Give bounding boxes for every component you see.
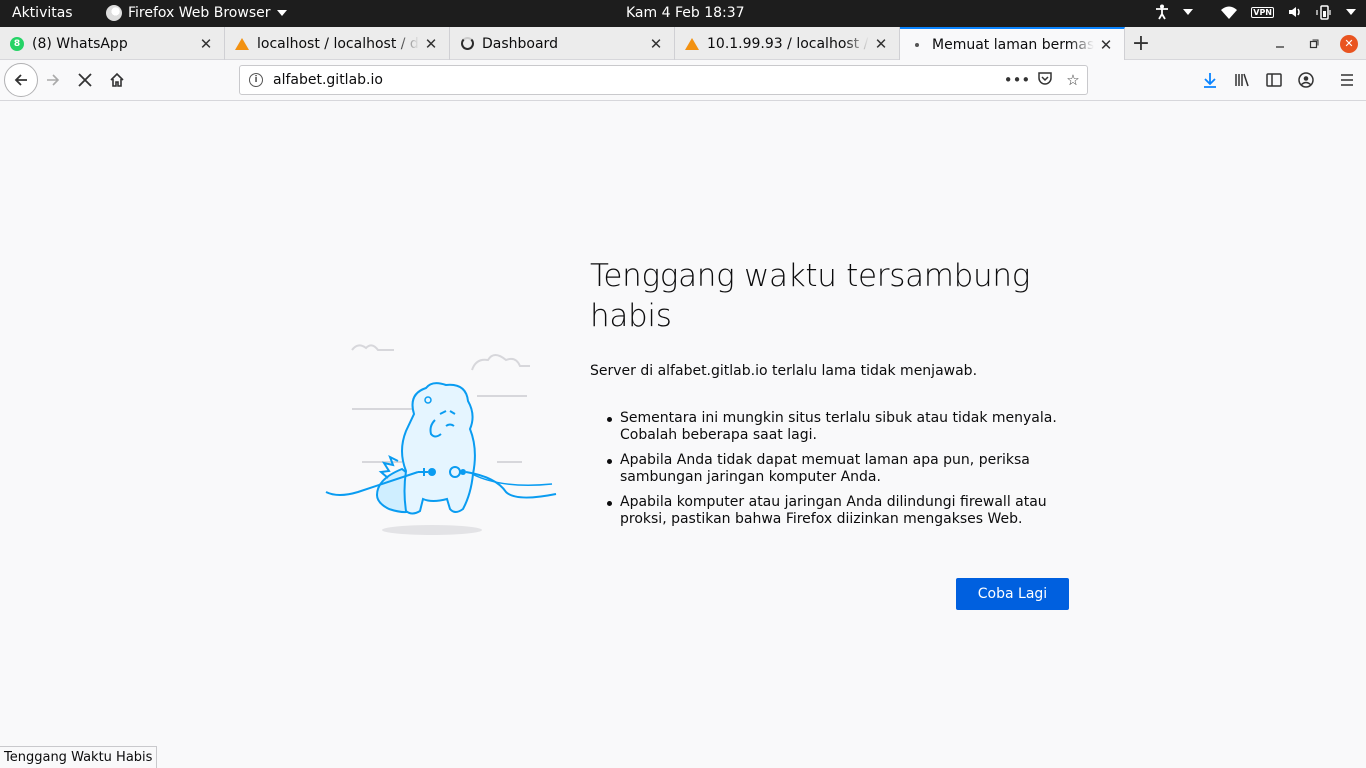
status-panel: Tenggang Waktu Habis — [0, 746, 158, 768]
library-button[interactable] — [1227, 65, 1257, 95]
app-menu[interactable]: Firefox Web Browser — [106, 5, 287, 21]
arrow-right-icon — [47, 74, 60, 86]
list-item: Apabila komputer atau jaringan Anda dili… — [607, 494, 1060, 528]
page-actions-icon[interactable]: ••• — [1003, 71, 1031, 89]
hamburger-menu-icon — [1341, 74, 1353, 86]
chevron-down-icon — [276, 10, 287, 16]
url-bar[interactable]: i alfabet.gitlab.io ••• ☆ — [239, 65, 1088, 95]
try-again-button[interactable]: Coba Lagi — [956, 578, 1069, 610]
list-item: Apabila Anda tidak dapat memuat laman ap… — [607, 452, 1060, 486]
close-icon[interactable]: ✕ — [869, 35, 893, 53]
system-top-bar: Aktivitas Firefox Web Browser Kam 4 Feb … — [0, 0, 1366, 27]
tab-localhost[interactable]: localhost / localhost / db ✕ — [225, 27, 450, 60]
tab-dashboard[interactable]: Dashboard ✕ — [450, 27, 675, 60]
navigation-toolbar: i alfabet.gitlab.io ••• ☆ — [0, 60, 1366, 101]
tab-title: Memuat laman bermasalah — [932, 36, 1094, 53]
error-tips-list: Sementara ini mungkin situs terlalu sibu… — [607, 410, 1060, 536]
stop-button[interactable] — [70, 65, 100, 95]
close-icon[interactable]: ✕ — [419, 35, 443, 53]
arrow-left-icon — [14, 74, 27, 86]
tab-remote-db[interactable]: 10.1.99.93 / localhost / db ✕ — [675, 27, 900, 60]
tab-active-error[interactable]: Memuat laman bermasalah ✕ — [900, 27, 1125, 60]
system-tray[interactable]: VPN — [1155, 4, 1356, 20]
maximize-icon — [1309, 39, 1319, 48]
error-page: Tenggang waktu tersambung habis Server d… — [0, 101, 1366, 768]
whatsapp-badge: 8 — [10, 36, 24, 51]
maximize-button[interactable] — [1302, 27, 1326, 60]
chevron-down-icon[interactable] — [1183, 9, 1194, 15]
window-close-button[interactable]: ✕ — [1337, 27, 1361, 60]
vpn-icon: VPN — [1251, 6, 1274, 18]
tab-title: Dashboard — [482, 35, 558, 52]
tab-whatsapp[interactable]: 8 (8) WhatsApp ✕ — [0, 27, 225, 60]
error-description: Server di alfabet.gitlab.io terlalu lama… — [590, 363, 978, 379]
close-icon[interactable]: ✕ — [194, 35, 218, 53]
disconnected-dinosaur-illustration — [325, 344, 557, 535]
volume-icon — [1289, 7, 1300, 17]
sidebar-button[interactable] — [1259, 65, 1289, 95]
error-title: Tenggang waktu tersambung habis — [590, 258, 1031, 334]
library-icon — [1235, 73, 1249, 87]
close-icon[interactable]: ✕ — [1094, 36, 1118, 54]
loading-spinner-icon — [459, 36, 475, 52]
whatsapp-icon: 8 — [9, 36, 25, 52]
tab-title: (8) WhatsApp — [32, 35, 128, 52]
minimize-icon — [1276, 45, 1284, 48]
tab-title: localhost / localhost / db — [257, 35, 419, 52]
site-info-icon[interactable]: i — [249, 73, 263, 87]
dot-icon — [909, 37, 925, 53]
downloads-button[interactable] — [1195, 65, 1225, 95]
clock[interactable]: Kam 4 Feb 18:37 — [626, 5, 745, 21]
menu-button[interactable] — [1332, 65, 1362, 95]
home-button[interactable] — [102, 65, 132, 95]
home-icon — [110, 72, 124, 87]
stop-x-icon — [78, 73, 92, 87]
list-item: Sementara ini mungkin situs terlalu sibu… — [607, 410, 1060, 444]
new-tab-button[interactable]: + — [1126, 27, 1156, 60]
sidebar-icon — [1266, 73, 1282, 87]
forward-button[interactable] — [38, 65, 68, 95]
account-icon — [1298, 72, 1314, 88]
app-menu-label: Firefox Web Browser — [128, 5, 271, 21]
tab-title: 10.1.99.93 / localhost / db — [707, 35, 869, 52]
pocket-icon[interactable] — [1031, 70, 1059, 90]
chevron-down-icon[interactable] — [1346, 9, 1356, 15]
wifi-icon — [1221, 6, 1238, 19]
close-icon[interactable]: ✕ — [644, 35, 668, 53]
phpmyadmin-icon — [234, 36, 250, 52]
phpmyadmin-icon — [684, 36, 700, 52]
back-button[interactable] — [4, 63, 38, 97]
activities-button[interactable]: Aktivitas — [12, 5, 73, 21]
battery-icon — [1316, 4, 1331, 20]
tab-strip: 8 (8) WhatsApp ✕ localhost / localhost /… — [0, 27, 1366, 60]
download-icon — [1204, 73, 1216, 88]
accessibility-icon[interactable] — [1155, 4, 1169, 20]
close-icon: ✕ — [1340, 34, 1358, 53]
minimize-button[interactable] — [1268, 27, 1292, 60]
bookmark-star-icon[interactable]: ☆ — [1059, 71, 1087, 89]
firefox-icon — [106, 5, 122, 21]
url-text[interactable]: alfabet.gitlab.io — [273, 72, 1003, 88]
account-button[interactable] — [1291, 65, 1321, 95]
